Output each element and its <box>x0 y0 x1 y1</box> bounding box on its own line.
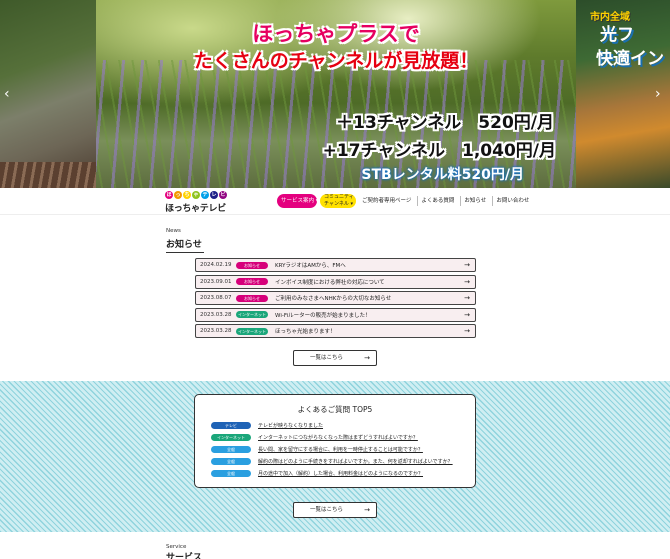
faq-question-link[interactable]: 解約の際はどのように手続きをすればよいですか。また、何を返却すればよいですか？ <box>258 458 453 465</box>
nav-service-dropdown[interactable]: サービス案内 ▾ <box>277 194 319 208</box>
logo-dot: っ <box>174 191 182 199</box>
faq-item[interactable]: 全般 解約の際はどのように手続きをすればよいですか。また、何を返却すればよいです… <box>211 455 453 467</box>
logo-name: ほっちゃテレビ <box>165 204 226 214</box>
faq-question-link[interactable]: インターネットにつながらなくなった際はまずどうすればよいですか？ <box>258 434 418 441</box>
news-date: 2023.03.28 <box>200 311 232 318</box>
arrow-right-icon: → <box>464 277 470 286</box>
nav-member-page[interactable]: ご契約者専用ページ <box>359 196 414 206</box>
news-eyebrow: News <box>166 228 181 234</box>
news-more-button[interactable]: 一覧はこちら → <box>293 350 377 366</box>
faq-item[interactable]: インターネット インターネットにつながらなくなった際はまずどうすればよいですか？ <box>211 431 453 443</box>
news-item[interactable]: 2023.03.28 インターネット Wi-Fiルーターの販売が始まりました！ … <box>195 307 476 322</box>
nav-community-dropdown[interactable]: コミュニティ チャンネル ▾ <box>320 194 356 208</box>
faq-card: よくあるご質問 TOP5 テレビ テレビが映らなくなりました インターネット イ… <box>194 394 476 488</box>
news-date: 2023.09.01 <box>200 278 232 285</box>
hero-headline-2: たくさんのチャンネルが見放題！ <box>193 50 479 72</box>
arrow-right-icon: → <box>464 261 470 269</box>
logo-dot: ゃ <box>192 191 200 199</box>
arrow-right-icon: → <box>364 506 370 514</box>
hero-carousel[interactable]: ほっちゃプラスで たくさんのチャンネルが見放題！ ＋13チャンネル 520円/月… <box>0 0 670 188</box>
global-nav: サービス案内 ▾ コミュニティ チャンネル ▾ ご契約者専用ページ よくある質問… <box>277 194 532 208</box>
hero-stb-rental: STBレンタル料520円/月 <box>361 167 524 183</box>
nav-faq[interactable]: よくある質問 <box>417 196 457 206</box>
faq-title: よくあるご質問 TOP5 <box>297 405 373 414</box>
logo-dot: レ <box>210 191 218 199</box>
arrow-right-icon: → <box>464 327 470 335</box>
faq-list: テレビ テレビが映らなくなりました インターネット インターネットにつながらなく… <box>211 419 453 479</box>
news-date: 2023.03.28 <box>200 328 232 334</box>
news-text: インボイス制度における弊社の対応について <box>275 279 385 286</box>
faq-question-link[interactable]: 長い間、家を留守にする場合に、利用を一時停止することは可能ですか？ <box>258 446 423 453</box>
news-badge: インターネット <box>236 311 268 318</box>
faq-more-label: 一覧はこちら <box>310 507 344 513</box>
news-item[interactable]: 2023.03.28 インターネット ほっちゃ光始まります！ → <box>195 324 476 338</box>
nav-community-line-2: チャンネル ▾ <box>324 201 353 207</box>
news-text: ほっちゃ光始まります！ <box>275 329 336 335</box>
faq-badge: 全般 <box>211 469 251 477</box>
news-more-label: 一覧はこちら <box>310 355 344 361</box>
news-badge: インターネット <box>236 327 268 335</box>
faq-badge: テレビ <box>211 421 251 429</box>
chevron-left-icon[interactable]: ‹ <box>4 86 10 102</box>
logo-dot: ビ <box>219 191 227 199</box>
arrow-right-icon: → <box>464 294 470 302</box>
arrow-right-icon: → <box>464 310 470 319</box>
faq-badge: 全般 <box>211 445 251 453</box>
railway-tracks <box>0 162 96 188</box>
logo-dot: テ <box>201 191 209 199</box>
news-text: ご利用のみなさまへNHKからの大切なお知らせ <box>275 296 392 302</box>
nav-news[interactable]: お知らせ <box>460 196 489 206</box>
service-title: サービス <box>166 553 203 559</box>
site-header: ほ っ ち ゃ テ レ ビ ほっちゃテレビ サービス案内 ▾ コミュニティ チャ… <box>0 188 670 215</box>
news-title-rule <box>166 252 204 253</box>
arrow-right-icon: → <box>364 354 370 362</box>
news-badge: お知らせ <box>236 261 268 269</box>
news-badge: お知らせ <box>236 278 268 285</box>
news-list: 2024.02.19 お知らせ KRYラジオはAMから、FMへ → 2023.0… <box>195 258 476 341</box>
logo-dots: ほ っ ち ゃ テ レ ビ <box>165 191 227 200</box>
news-badge: お知らせ <box>236 294 268 302</box>
news-title: お知らせ <box>166 240 202 250</box>
hero-headline-1: ほっちゃプラスで <box>252 22 420 46</box>
hero-slide-previous[interactable] <box>0 0 96 188</box>
news-item[interactable]: 2023.09.01 お知らせ インボイス制度における弊社の対応について → <box>195 274 476 289</box>
nav-contact[interactable]: お問い合わせ <box>492 196 532 206</box>
faq-badge: インターネット <box>211 433 251 441</box>
news-item[interactable]: 2024.02.19 お知らせ KRYラジオはAMから、FMへ → <box>195 258 476 272</box>
news-text: KRYラジオはAMから、FMへ <box>275 263 346 269</box>
news-item[interactable]: 2023.08.07 お知らせ ご利用のみなさまへNHKからの大切なお知らせ → <box>195 291 476 305</box>
next-slide-line-2: 快適イン <box>596 49 664 69</box>
logo-dot: ち <box>183 191 191 199</box>
faq-question-link[interactable]: テレビが映らなくなりました <box>258 422 323 429</box>
logo-dot: ほ <box>165 191 173 199</box>
site-logo[interactable]: ほ っ ち ゃ テ レ ビ ほっちゃテレビ <box>165 191 227 214</box>
nav-community-line-1: コミュニティ <box>324 194 354 200</box>
faq-item[interactable]: 全般 月の途中で加入（解約）した場合、利用料金はどのようになるのですか？ <box>211 467 453 479</box>
next-slide-line-1: 光フ <box>600 25 634 45</box>
chevron-right-icon[interactable]: › <box>655 86 661 102</box>
faq-item[interactable]: テレビ テレビが映らなくなりました <box>211 419 453 431</box>
faq-more-button[interactable]: 一覧はこちら → <box>293 502 377 518</box>
news-date: 2024.02.19 <box>200 262 232 268</box>
news-date: 2023.08.07 <box>200 295 232 301</box>
faq-badge: 全般 <box>211 457 251 465</box>
hero-price-13ch: ＋13チャンネル 520円/月 <box>336 113 554 133</box>
faq-item[interactable]: 全般 長い間、家を留守にする場合に、利用を一時停止することは可能ですか？ <box>211 443 453 455</box>
hero-price-17ch: +17チャンネル 1,040円/月 <box>322 141 556 161</box>
faq-question-link[interactable]: 月の途中で加入（解約）した場合、利用料金はどのようになるのですか？ <box>258 470 423 477</box>
news-text: Wi-Fiルーターの販売が始まりました！ <box>275 312 371 319</box>
